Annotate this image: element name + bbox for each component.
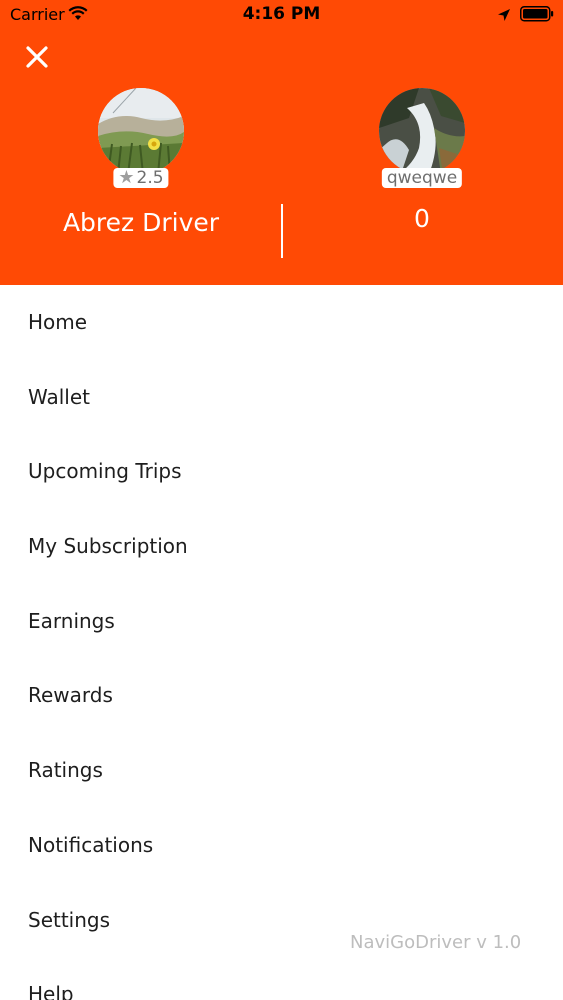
close-button[interactable]	[22, 42, 52, 72]
navigation-drawer: Carrier 4:16 PM ★ 2.5 Abrez Driver qweqw…	[0, 0, 563, 1000]
header-divider	[281, 204, 283, 258]
driver-profile[interactable]: ★ 2.5 Abrez Driver	[51, 88, 231, 237]
close-icon	[26, 46, 48, 68]
menu-item-home[interactable]: Home	[0, 285, 563, 360]
star-icon: ★	[118, 167, 135, 188]
status-bar: Carrier 4:16 PM	[0, 0, 563, 30]
menu-item-upcoming-trips[interactable]: Upcoming Trips	[0, 434, 563, 509]
vehicle-profile[interactable]: qweqwe 0	[332, 88, 512, 233]
location-arrow-icon	[497, 7, 511, 26]
vehicle-avatar[interactable]	[379, 88, 465, 174]
app-version: NaviGoDriver v 1.0	[350, 932, 522, 953]
vehicle-label: qweqwe	[386, 168, 458, 188]
menu-item-ratings[interactable]: Ratings	[0, 733, 563, 808]
driver-name: Abrez Driver	[62, 208, 220, 237]
menu-item-earnings[interactable]: Earnings	[0, 584, 563, 659]
rating-badge: ★ 2.5	[113, 167, 169, 188]
vehicle-label-badge: qweqwe	[381, 168, 463, 188]
menu-item-notifications[interactable]: Notifications	[0, 808, 563, 883]
menu-item-wallet[interactable]: Wallet	[0, 360, 563, 435]
trip-count: 0	[414, 204, 430, 233]
menu-item-help[interactable]: Help	[0, 957, 563, 1000]
drawer-header: Carrier 4:16 PM ★ 2.5 Abrez Driver qweqw…	[0, 0, 563, 285]
drawer-menu: Home Wallet Upcoming Trips My Subscripti…	[0, 285, 563, 1000]
menu-item-my-subscription[interactable]: My Subscription	[0, 509, 563, 584]
rating-value: 2.5	[136, 168, 164, 188]
driver-avatar[interactable]	[98, 88, 184, 174]
battery-icon	[520, 6, 554, 26]
status-time: 4:16 PM	[242, 4, 321, 24]
menu-item-rewards[interactable]: Rewards	[0, 658, 563, 733]
